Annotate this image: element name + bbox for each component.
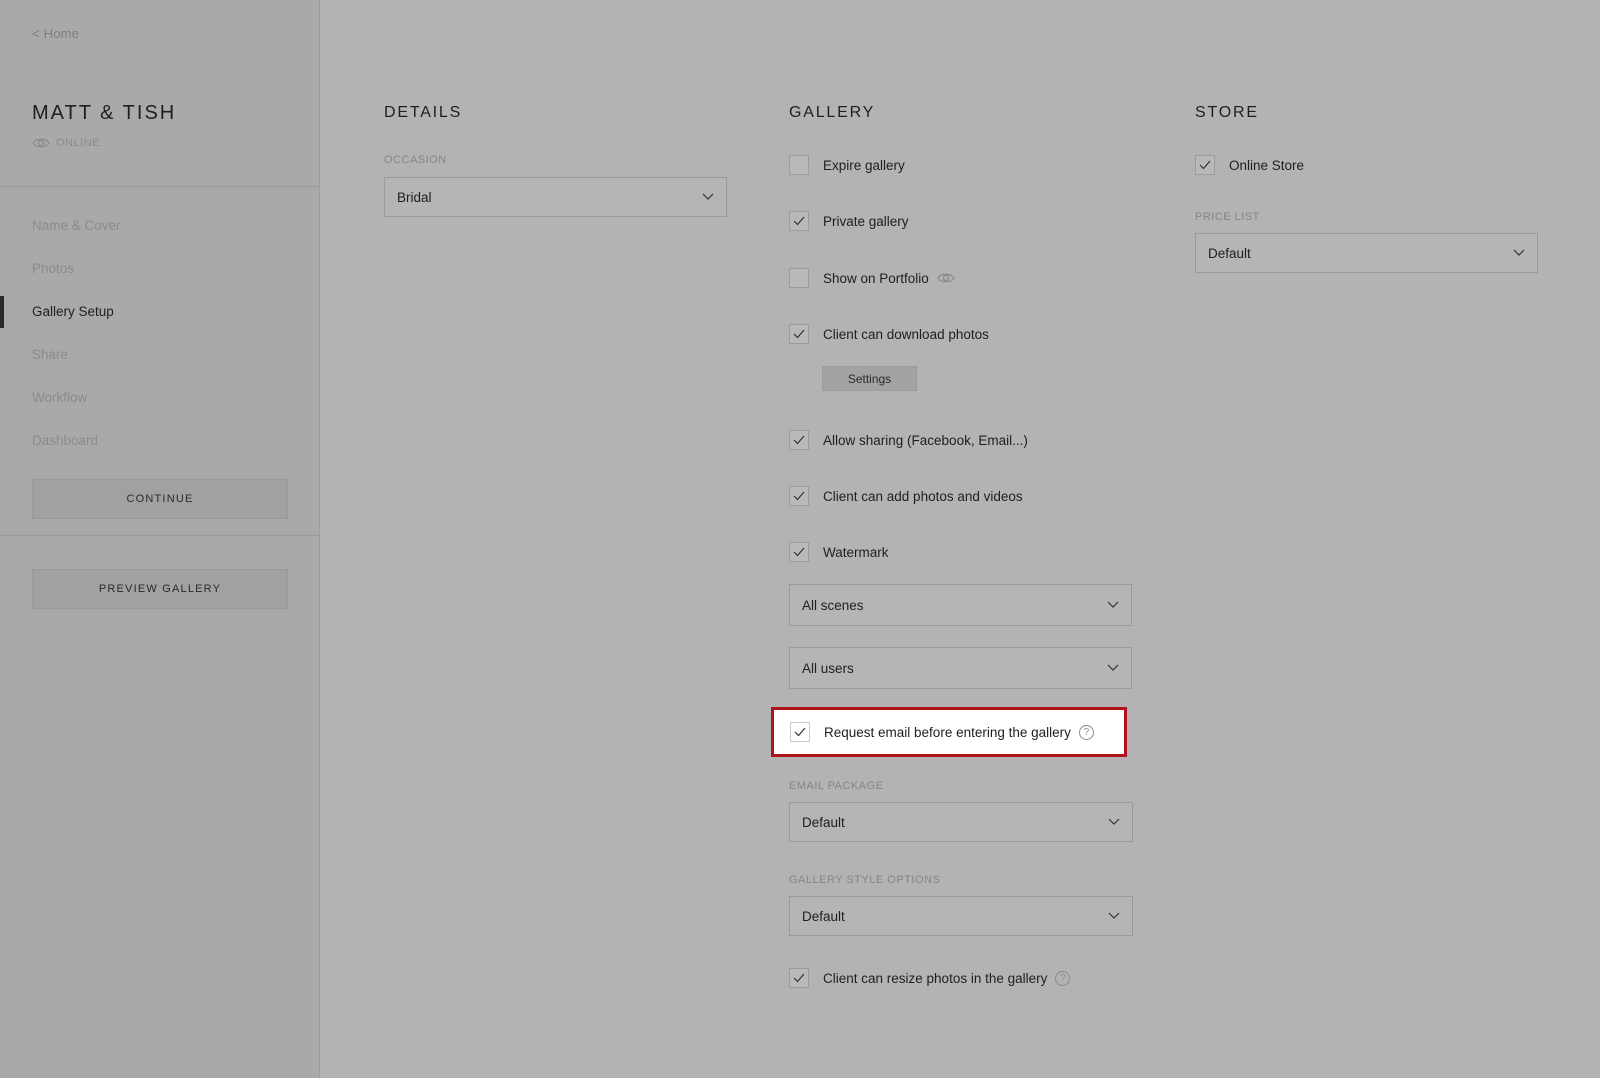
nav-gallery-setup[interactable]: Gallery Setup xyxy=(32,304,114,319)
allow-sharing-label: Allow sharing (Facebook, Email...) xyxy=(823,432,1028,448)
chevron-down-icon xyxy=(1107,601,1119,608)
occasion-label: OCCASION xyxy=(384,154,447,166)
download-settings-button[interactable]: Settings xyxy=(822,366,917,391)
eye-icon xyxy=(32,138,50,148)
gallery-name: MATT & TISH xyxy=(32,102,177,124)
client-add-photos-label: Client can add photos and videos xyxy=(823,488,1023,504)
checkmark-icon xyxy=(793,973,805,983)
active-nav-marker xyxy=(0,296,4,328)
expire-gallery-label: Expire gallery xyxy=(823,157,905,173)
online-store-option[interactable]: Online Store xyxy=(1195,155,1304,175)
private-gallery-label: Private gallery xyxy=(823,213,909,229)
request-email-label: Request email before entering the galler… xyxy=(824,724,1071,740)
price-list-select[interactable]: Default xyxy=(1195,233,1538,273)
request-email-option[interactable]: Request email before entering the galler… xyxy=(790,722,1140,742)
private-gallery-checkbox[interactable] xyxy=(789,211,809,231)
gallery-style-options-select[interactable]: Default xyxy=(789,896,1133,936)
email-package-select[interactable]: Default xyxy=(789,802,1133,842)
status-label: ONLINE xyxy=(56,137,100,149)
store-title: STORE xyxy=(1195,104,1259,121)
nav-photos[interactable]: Photos xyxy=(32,261,74,276)
allow-sharing-option[interactable]: Allow sharing (Facebook, Email...) xyxy=(789,430,1028,450)
help-icon[interactable]: ? xyxy=(1078,724,1094,740)
client-add-photos-checkbox[interactable] xyxy=(789,486,809,506)
watermark-scenes-value: All scenes xyxy=(802,597,864,613)
eye-icon xyxy=(937,272,955,284)
sidebar-divider-2 xyxy=(0,535,320,536)
details-title: DETAILS xyxy=(384,104,463,121)
private-gallery-option[interactable]: Private gallery xyxy=(789,211,909,231)
request-email-highlight: Request email before entering the galler… xyxy=(771,707,1127,757)
watermark-label: Watermark xyxy=(823,544,889,560)
nav-dashboard[interactable]: Dashboard xyxy=(32,433,98,448)
nav-name-cover[interactable]: Name & Cover xyxy=(32,218,121,233)
chevron-down-icon xyxy=(1108,912,1120,919)
occasion-select[interactable]: Bridal xyxy=(384,177,727,217)
client-download-label: Client can download photos xyxy=(823,326,989,342)
help-icon[interactable]: ? xyxy=(1055,970,1071,986)
price-list-label: PRICE LIST xyxy=(1195,211,1260,223)
allow-sharing-checkbox[interactable] xyxy=(789,430,809,450)
online-store-checkbox[interactable] xyxy=(1195,155,1215,175)
client-download-checkbox[interactable] xyxy=(789,324,809,344)
chevron-down-icon xyxy=(1513,249,1525,256)
expire-gallery-option[interactable]: Expire gallery xyxy=(789,155,905,175)
chevron-down-icon xyxy=(702,193,714,200)
checkmark-icon xyxy=(793,216,805,226)
expire-gallery-checkbox[interactable] xyxy=(789,155,809,175)
email-package-label: EMAIL PACKAGE xyxy=(789,780,884,792)
back-home-link[interactable]: < Home xyxy=(32,26,79,41)
continue-button[interactable]: CONTINUE xyxy=(32,479,288,519)
sidebar-divider xyxy=(0,186,320,187)
request-email-checkbox[interactable] xyxy=(790,722,810,742)
watermark-checkbox[interactable] xyxy=(789,542,809,562)
nav-workflow[interactable]: Workflow xyxy=(32,390,87,405)
gallery-style-options-label: GALLERY STYLE OPTIONS xyxy=(789,874,941,886)
watermark-scenes-select[interactable]: All scenes xyxy=(789,584,1132,626)
chevron-down-icon xyxy=(1107,664,1119,671)
gallery-status: ONLINE xyxy=(32,137,100,149)
online-store-label: Online Store xyxy=(1229,157,1305,173)
checkmark-icon xyxy=(793,547,805,557)
nav-share[interactable]: Share xyxy=(32,347,68,362)
chevron-down-icon xyxy=(1108,818,1120,825)
watermark-users-value: All users xyxy=(802,660,854,676)
client-download-option[interactable]: Client can download photos xyxy=(789,324,989,344)
watermark-users-select[interactable]: All users xyxy=(789,647,1132,689)
show-on-portfolio-checkbox[interactable] xyxy=(789,268,809,288)
checkmark-icon xyxy=(793,435,805,445)
occasion-value: Bridal xyxy=(397,189,432,205)
show-on-portfolio-label: Show on Portfolio xyxy=(823,270,929,286)
gallery-style-options-value: Default xyxy=(802,908,845,924)
client-resize-checkbox[interactable] xyxy=(789,968,809,988)
checkmark-icon xyxy=(793,491,805,501)
client-add-photos-option[interactable]: Client can add photos and videos xyxy=(789,486,1023,506)
show-on-portfolio-option[interactable]: Show on Portfolio xyxy=(789,268,955,288)
checkmark-icon xyxy=(793,329,805,339)
client-resize-option[interactable]: Client can resize photos in the gallery … xyxy=(789,968,1071,988)
watermark-option[interactable]: Watermark xyxy=(789,542,889,562)
checkmark-icon xyxy=(1199,160,1211,170)
client-resize-label: Client can resize photos in the gallery xyxy=(823,970,1048,986)
price-list-value: Default xyxy=(1208,245,1251,261)
email-package-value: Default xyxy=(802,814,845,830)
preview-gallery-button[interactable]: PREVIEW GALLERY xyxy=(32,569,288,609)
gallery-title: GALLERY xyxy=(789,104,876,121)
sidebar: < Home MATT & TISH ONLINE Name & Cover P… xyxy=(0,0,320,1078)
checkmark-icon xyxy=(794,727,806,737)
